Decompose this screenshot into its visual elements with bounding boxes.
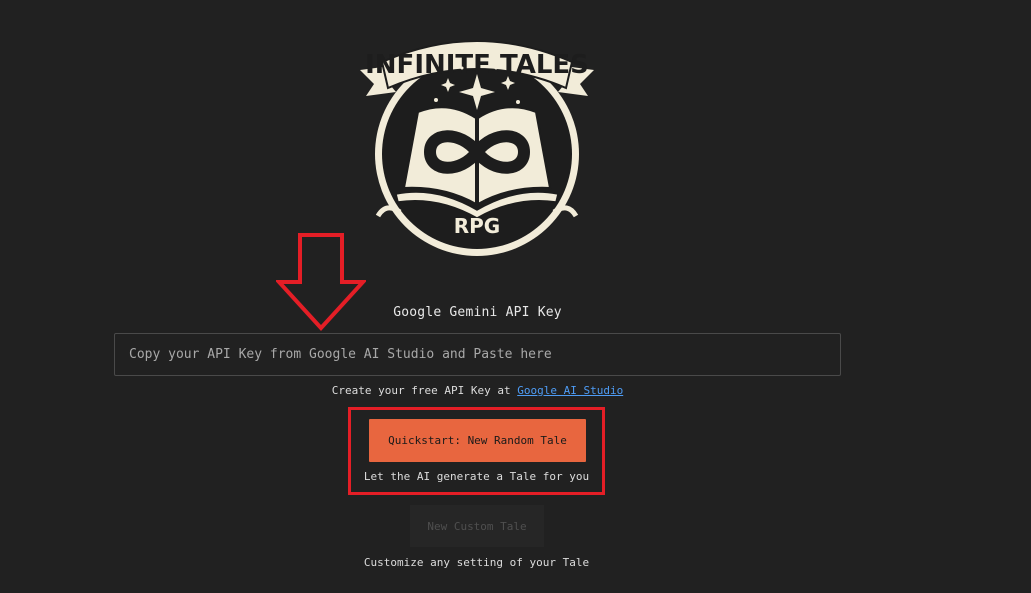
quickstart-help-text: Let the AI generate a Tale for you: [363, 470, 590, 483]
api-key-input[interactable]: [114, 333, 841, 376]
custom-tale-help-text: Customize any setting of your Tale: [363, 556, 590, 569]
infinite-tales-logo: INFINITE TALES RPG: [360, 40, 594, 256]
start-page: INFINITE TALES RPG Google Gemini API Key…: [0, 0, 1031, 593]
api-key-help-prefix: Create your free API Key at: [331, 384, 518, 397]
star-dot: [460, 66, 464, 70]
star-dot: [434, 98, 438, 102]
google-ai-studio-link[interactable]: Google AI Studio: [517, 384, 623, 397]
quickstart-random-tale-button[interactable]: Quickstart: New Random Tale: [369, 419, 586, 462]
api-key-help-text: Create your free API Key at Google AI St…: [0, 384, 955, 397]
new-custom-tale-button[interactable]: New Custom Tale: [410, 505, 544, 547]
api-key-label: Google Gemini API Key: [393, 305, 562, 320]
star-dot: [494, 66, 498, 70]
logo-subtitle: RPG: [454, 214, 500, 238]
star-dot: [516, 100, 520, 104]
